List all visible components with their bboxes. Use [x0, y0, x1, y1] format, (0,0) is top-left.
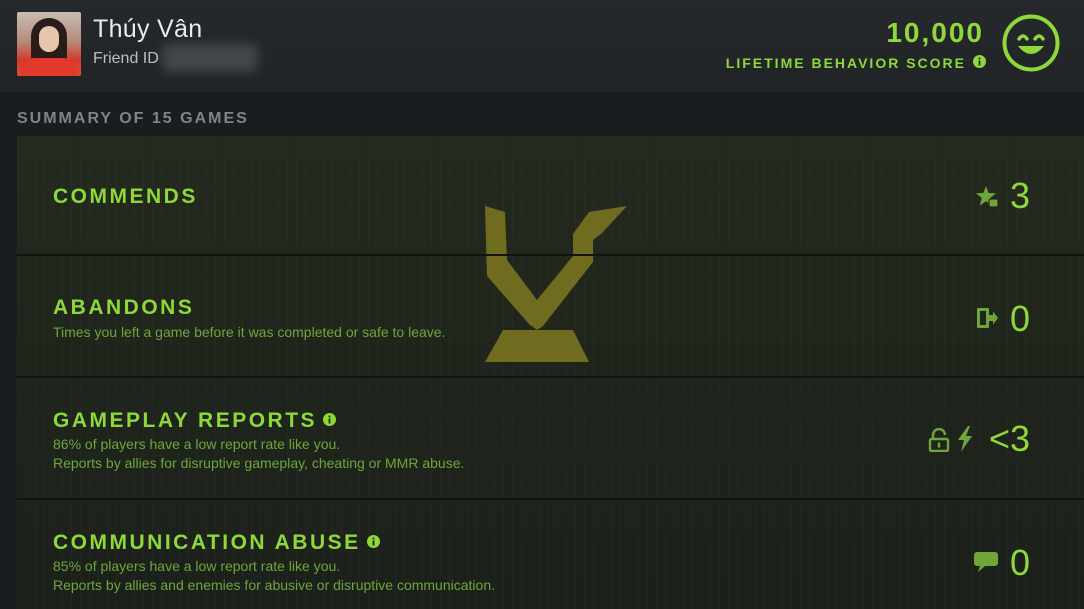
behavior-score-value: 10,000: [886, 17, 984, 48]
commends-title: COMMENDS: [53, 185, 198, 208]
gameplay-reports-value: <3: [988, 418, 1030, 459]
chat-bubble-icon: [974, 552, 998, 572]
summary-panel: COMMENDS 3 ABANDONS Times you left a gam…: [17, 136, 1084, 609]
avatar[interactable]: [17, 12, 81, 76]
abandons-description: Times you left a game before it was comp…: [53, 324, 446, 340]
info-icon[interactable]: [366, 534, 380, 548]
communication-abuse-title: COMMUNICATION ABUSE: [53, 531, 361, 554]
abandons-row: ABANDONS Times you left a game before it…: [17, 258, 1084, 378]
behavior-score-label: LIFETIME BEHAVIOR SCORE: [725, 55, 966, 71]
username: Thúy Vân: [93, 15, 203, 43]
communication-abuse-description: Reports by allies and enemies for abusiv…: [53, 577, 495, 593]
star-thumb-icon: [976, 186, 999, 208]
gameplay-reports-title: GAMEPLAY REPORTS: [53, 409, 318, 432]
info-icon[interactable]: [323, 412, 337, 426]
friend-id-blurred-value: [162, 44, 258, 72]
info-icon[interactable]: [973, 55, 986, 68]
exit-door-icon: [977, 308, 998, 328]
lightning-icon: [958, 426, 972, 452]
communication-abuse-rate-text: 85% of players have a low report rate li…: [53, 558, 341, 574]
commends-value: 3: [1009, 175, 1030, 216]
gameplay-reports-rate-text: 86% of players have a low report rate li…: [53, 436, 341, 452]
gameplay-reports-description: Reports by allies for disruptive gamepla…: [53, 455, 465, 471]
lock-icon: [928, 428, 950, 452]
abandons-value: 0: [1009, 298, 1030, 339]
friend-id-label: Friend ID: [93, 50, 159, 67]
summary-title: SUMMARY OF 15 GAMES: [17, 110, 249, 127]
profile-header: Thúy Vân Friend ID 10,000 LIFETIME BEHAV…: [0, 0, 1084, 93]
communication-abuse-row: COMMUNICATION ABUSE 85% of players have …: [17, 502, 1084, 609]
smiley-face-icon: [1002, 14, 1060, 72]
commends-row: COMMENDS 3: [17, 136, 1084, 256]
abandons-title: ABANDONS: [53, 296, 195, 319]
gameplay-reports-row: GAMEPLAY REPORTS 86% of players have a l…: [17, 380, 1084, 500]
communication-abuse-value: 0: [1009, 542, 1030, 583]
